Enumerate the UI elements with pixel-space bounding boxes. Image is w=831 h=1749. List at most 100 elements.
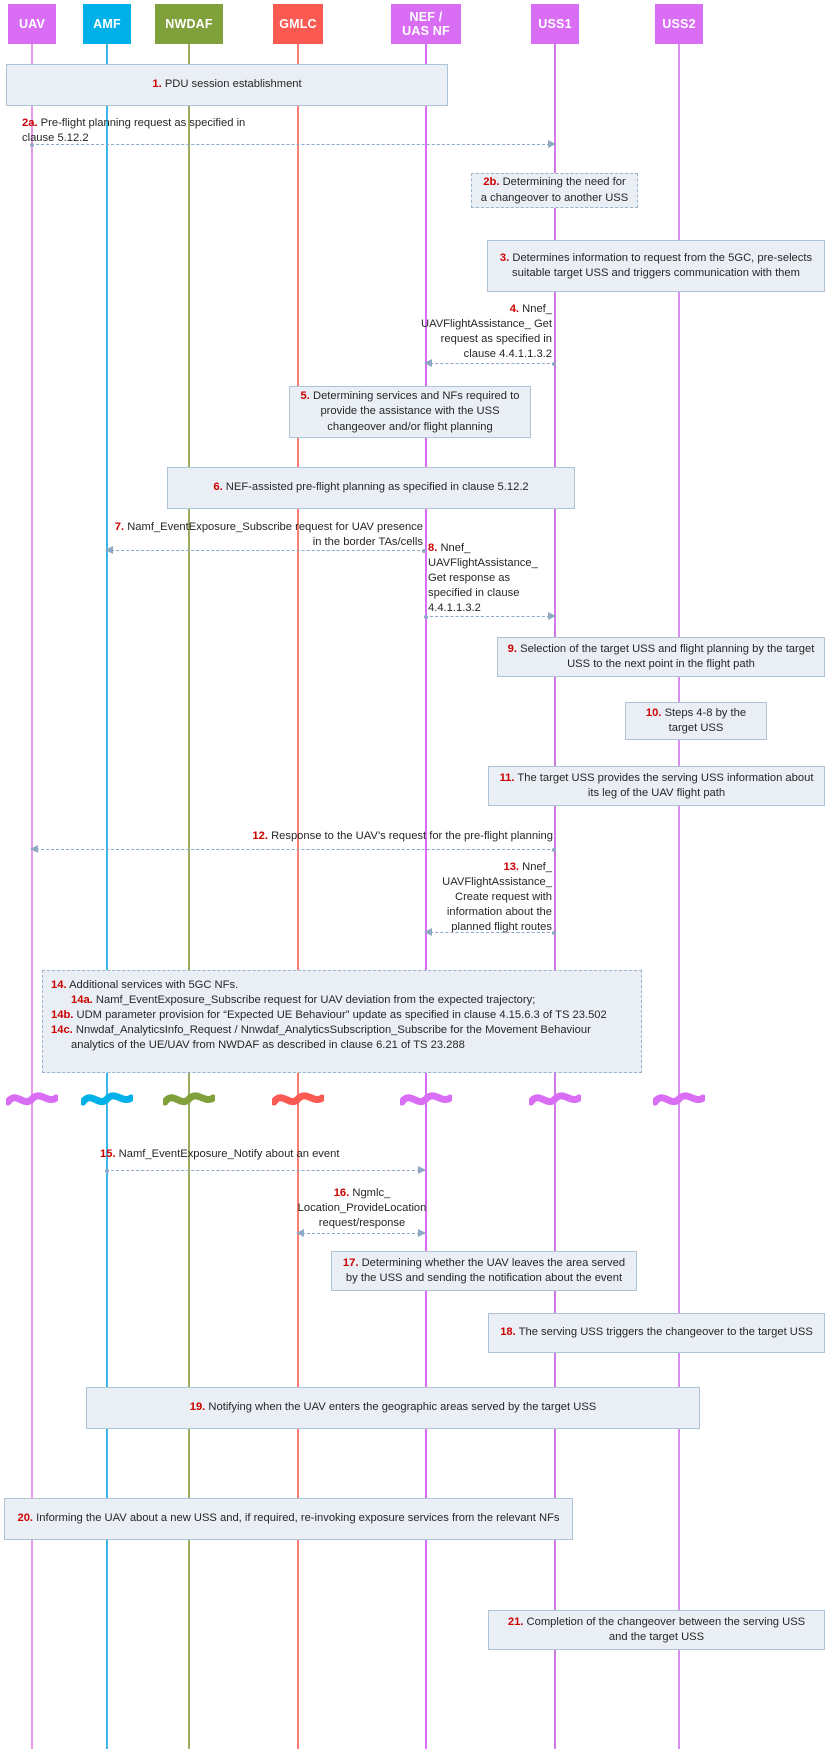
step-16-text: Ngmlc_ Location_ProvideLocation request/…	[297, 1187, 427, 1229]
step-3-note: 3. Determines information to request fro…	[487, 240, 825, 292]
step-4-label: 4. Nnef_ UAVFlightAssistance_ Get reques…	[406, 302, 552, 362]
step-15-label: 15. Namf_EventExposure_Notify about an e…	[100, 1147, 400, 1162]
step-3-number: 3.	[499, 251, 510, 264]
step-2a-label: 2a. Pre-flight planning request as speci…	[22, 116, 262, 146]
step-1-number: 1.	[152, 78, 162, 91]
step-4-number: 4.	[509, 303, 520, 315]
step-9-note: 9. Selection of the target USS and fligh…	[497, 637, 825, 677]
step-14b-line: 14b. UDM parameter provision for “Expect…	[51, 1008, 633, 1023]
step-11-number: 11.	[499, 771, 515, 784]
step-11-text: The target USS provides the serving USS …	[517, 771, 814, 799]
step-14a-text: Namf_EventExposure_Subscribe request for…	[95, 994, 536, 1007]
step-14-line: 14. Additional services with 5GC NFs.	[51, 978, 633, 993]
step-7-text: Namf_EventExposure_Subscribe request for…	[127, 521, 423, 548]
step-1-note: 1. PDU session establishment	[6, 64, 448, 106]
step-16-number: 16.	[333, 1187, 350, 1199]
step-6-note: 6. NEF-assisted pre-flight planning as s…	[167, 467, 575, 509]
lifeline-break-gmlc	[272, 1092, 324, 1106]
step-5-number: 5.	[300, 390, 310, 403]
lifeline-break-uss2	[653, 1092, 705, 1106]
lifeline-uss1	[554, 44, 556, 1749]
step-20-text: Informing the UAV about a new USS and, i…	[36, 1512, 560, 1525]
lifeline-gmlc	[297, 44, 299, 1749]
step-18-note: 18. The serving USS triggers the changeo…	[488, 1313, 825, 1353]
step-1-text: PDU session establishment	[164, 78, 302, 91]
step-13-text: Nnef_ UAVFlightAssistance_ Create reques…	[442, 861, 552, 933]
step-14-text: Additional services with 5GC NFs.	[69, 979, 239, 991]
actor-uss1[interactable]: USS1	[531, 4, 579, 44]
step-14a-line: 14a. Namf_EventExposure_Subscribe reques…	[51, 993, 633, 1008]
step-8-text: Nnef_ UAVFlightAssistance_ Get response …	[428, 542, 538, 614]
step-13-number: 13.	[503, 861, 520, 873]
step-5-text: Determining services and NFs required to…	[313, 390, 520, 433]
step-21-text: Completion of the changeover between the…	[526, 1615, 806, 1643]
actor-amf[interactable]: AMF	[83, 4, 131, 44]
lifeline-break-amf	[81, 1092, 133, 1106]
step-15-text: Namf_EventExposure_Notify about an event	[118, 1148, 340, 1160]
step-20-note: 20. Informing the UAV about a new USS an…	[4, 1498, 573, 1540]
step-19-number: 19.	[189, 1401, 206, 1414]
actor-amf-label: AMF	[93, 17, 121, 31]
step-4-text: Nnef_ UAVFlightAssistance_ Get request a…	[421, 303, 552, 360]
step-5-note: 5. Determining services and NFs required…	[289, 386, 531, 438]
step-2a-text: Pre-flight planning request as specified…	[22, 117, 246, 144]
actor-nwdaf-label: NWDAF	[165, 17, 213, 31]
step-12-arrow	[30, 845, 556, 854]
step-11-note: 11. The target USS provides the serving …	[488, 766, 825, 806]
step-21-number: 21.	[507, 1615, 524, 1628]
step-19-text: Notifying when the UAV enters the geogra…	[208, 1401, 597, 1414]
step-12-label: 12. Response to the UAV’s request for th…	[180, 829, 553, 844]
step-10-number: 10.	[645, 706, 662, 719]
lifeline-break-nef	[400, 1092, 452, 1106]
actor-gmlc[interactable]: GMLC	[273, 4, 323, 44]
step-14a-number: 14a.	[71, 994, 93, 1007]
actor-gmlc-label: GMLC	[279, 17, 317, 31]
step-14b-text: UDM parameter provision for “Expected UE…	[76, 1009, 607, 1022]
step-15-arrow	[105, 1166, 426, 1175]
step-2b-text: Determining the need for a changeover to…	[480, 176, 629, 204]
step-15-number: 15.	[100, 1148, 116, 1160]
step-2b-number: 2b.	[483, 176, 500, 189]
step-7-label: 7. Namf_EventExposure_Subscribe request …	[110, 520, 423, 550]
step-18-text: The serving USS triggers the changeover …	[518, 1326, 813, 1339]
step-6-number: 6.	[213, 481, 223, 494]
sequence-diagram: UAV AMF NWDAF GMLC NEF / UAS NF USS1 USS…	[0, 0, 831, 1749]
step-14c-text: Nnwdaf_AnalyticsInfo_Request / Nnwdaf_An…	[71, 1024, 591, 1052]
actor-uss2[interactable]: USS2	[655, 4, 703, 44]
lifeline-break-nwdaf	[163, 1092, 215, 1106]
step-14-number: 14.	[51, 979, 67, 991]
step-21-note: 21. Completion of the changeover between…	[488, 1610, 825, 1650]
lifeline-uav	[31, 44, 33, 1749]
step-12-text: Response to the UAV’s request for the pr…	[271, 830, 553, 842]
step-8-label: 8. Nnef_ UAVFlightAssistance_ Get respon…	[428, 541, 548, 615]
step-7-number: 7.	[114, 521, 125, 533]
step-14c-number: 14c.	[51, 1024, 73, 1037]
lifeline-break-uav	[6, 1092, 58, 1106]
step-17-note: 17. Determining whether the UAV leaves t…	[331, 1251, 637, 1291]
actor-uss2-label: USS2	[662, 17, 696, 31]
lifeline-amf	[106, 44, 108, 1749]
actor-nef[interactable]: NEF / UAS NF	[391, 4, 461, 44]
step-16-label: 16. Ngmlc_ Location_ProvideLocation requ…	[286, 1186, 438, 1231]
step-19-note: 19. Notifying when the UAV enters the ge…	[86, 1387, 700, 1429]
step-18-number: 18.	[500, 1326, 516, 1339]
step-9-number: 9.	[507, 642, 518, 655]
step-10-note: 10. Steps 4-8 by the target USS	[625, 702, 767, 740]
step-14-note: 14. Additional services with 5GC NFs. 14…	[42, 970, 642, 1073]
step-3-text: Determines information to request from t…	[512, 251, 813, 279]
step-10-text: Steps 4-8 by the target USS	[664, 706, 747, 734]
step-14b-number: 14b.	[51, 1009, 74, 1022]
step-6-text: NEF-assisted pre-flight planning as spec…	[225, 481, 529, 494]
lifeline-uss2	[678, 44, 680, 1749]
step-12-number: 12.	[252, 830, 268, 842]
actor-nef-label: NEF / UAS NF	[402, 10, 450, 38]
step-13-label: 13. Nnef_ UAVFlightAssistance_ Create re…	[408, 860, 552, 934]
step-17-number: 17.	[342, 1256, 359, 1269]
step-14c-line: 14c. Nnwdaf_AnalyticsInfo_Request / Nnwd…	[51, 1023, 633, 1053]
step-20-number: 20.	[17, 1512, 34, 1525]
actor-uav[interactable]: UAV	[8, 4, 56, 44]
actor-uav-label: UAV	[18, 17, 46, 31]
actor-nwdaf[interactable]: NWDAF	[155, 4, 223, 44]
step-2b-note: 2b. Determining the need for a changeove…	[471, 173, 638, 208]
step-9-text: Selection of the target USS and flight p…	[520, 642, 815, 670]
